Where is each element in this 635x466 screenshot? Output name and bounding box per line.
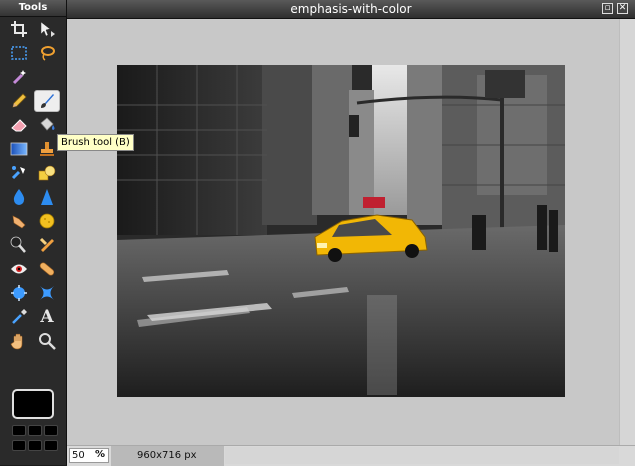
brush-icon — [41, 94, 54, 108]
tooltip: Brush tool (B) — [57, 134, 134, 151]
finger-icon — [12, 215, 26, 229]
gradient-tool[interactable] — [6, 138, 32, 160]
spot-heal-tool[interactable] — [34, 258, 60, 280]
color-replace-tool[interactable] — [6, 162, 32, 184]
tool-grid: A — [6, 18, 62, 352]
marquee-icon — [11, 46, 27, 60]
red-eye-tool[interactable] — [6, 258, 32, 280]
restore-button[interactable]: ▫ — [602, 3, 613, 14]
vertical-scrollbar[interactable] — [619, 19, 635, 445]
lasso-icon — [41, 46, 55, 61]
document-title: emphasis-with-color — [290, 2, 412, 16]
crop-icon — [11, 21, 27, 37]
pinch-icon — [40, 286, 54, 300]
canvas-area[interactable] — [67, 19, 620, 445]
dodge-icon — [10, 236, 26, 253]
status-bar: 50 % 960x716 px — [67, 445, 635, 466]
eraser-tool[interactable] — [6, 114, 32, 136]
burn-tool[interactable] — [34, 234, 60, 256]
paint-bucket-icon — [40, 117, 55, 131]
color-picker-tool[interactable] — [6, 306, 32, 328]
eyedropper-icon — [12, 309, 27, 324]
sponge-tool[interactable] — [34, 210, 60, 232]
hand-icon — [10, 333, 23, 350]
burn-icon — [39, 237, 54, 252]
lasso-tool[interactable] — [34, 42, 60, 64]
bandage-icon — [39, 262, 55, 276]
type-tool[interactable]: A — [34, 306, 60, 328]
primary-color-swatch[interactable] — [12, 389, 54, 419]
preset-slot[interactable] — [44, 425, 58, 436]
paint-bucket-tool[interactable] — [34, 114, 60, 136]
document-window: emphasis-with-color ▫ ✕ 50 % 960x716 px — [67, 0, 635, 466]
dodge-tool[interactable] — [6, 234, 32, 256]
marquee-tool[interactable] — [6, 42, 32, 64]
move-arrow-icon — [40, 21, 55, 37]
bloat-tool[interactable] — [6, 282, 32, 304]
sharpen-tool[interactable] — [34, 186, 60, 208]
drawing-tool[interactable] — [34, 162, 60, 184]
move-tool[interactable] — [34, 18, 60, 40]
tools-panel: Tools A — [0, 0, 67, 465]
document-title-bar[interactable]: emphasis-with-color ▫ ✕ — [67, 0, 635, 19]
pencil-icon — [12, 93, 27, 108]
drop-icon — [13, 189, 25, 205]
brush-preset-grid — [12, 425, 58, 451]
type-icon: A — [40, 307, 54, 327]
horizontal-scrollbar[interactable] — [225, 447, 619, 464]
hand-tool[interactable] — [6, 330, 32, 352]
close-icon: ✕ — [618, 3, 627, 13]
blur-tool[interactable] — [6, 186, 32, 208]
image-size-label: 960x716 px — [111, 446, 224, 466]
canvas-image[interactable] — [117, 65, 565, 397]
brush-tool[interactable] — [34, 90, 60, 112]
eraser-icon — [11, 119, 27, 132]
magic-wand-tool[interactable] — [6, 66, 32, 88]
tools-panel-title: Tools — [0, 0, 66, 17]
bloat-icon — [11, 285, 27, 301]
magic-wand-icon — [12, 70, 26, 85]
zoom-icon — [39, 333, 56, 350]
pencil-tool[interactable] — [6, 90, 32, 112]
restore-icon: ▫ — [604, 3, 611, 13]
close-button[interactable]: ✕ — [617, 3, 628, 14]
empty-slot — [34, 66, 60, 88]
zoom-unit: % — [95, 449, 106, 460]
stamp-icon — [40, 142, 54, 156]
preset-slot[interactable] — [12, 440, 26, 451]
preset-slot[interactable] — [12, 425, 26, 436]
crop-tool[interactable] — [6, 18, 32, 40]
gradient-icon — [10, 142, 28, 156]
zoom-tool[interactable] — [34, 330, 60, 352]
sponge-icon — [39, 213, 55, 229]
shapes-icon — [38, 165, 56, 181]
preset-slot[interactable] — [44, 440, 58, 451]
pinch-tool[interactable] — [34, 282, 60, 304]
smudge-tool[interactable] — [6, 210, 32, 232]
triangle-icon — [41, 189, 53, 205]
eye-icon — [11, 264, 27, 274]
color-replace-icon — [11, 166, 25, 180]
preset-slot[interactable] — [28, 425, 42, 436]
preset-slot[interactable] — [28, 440, 42, 451]
